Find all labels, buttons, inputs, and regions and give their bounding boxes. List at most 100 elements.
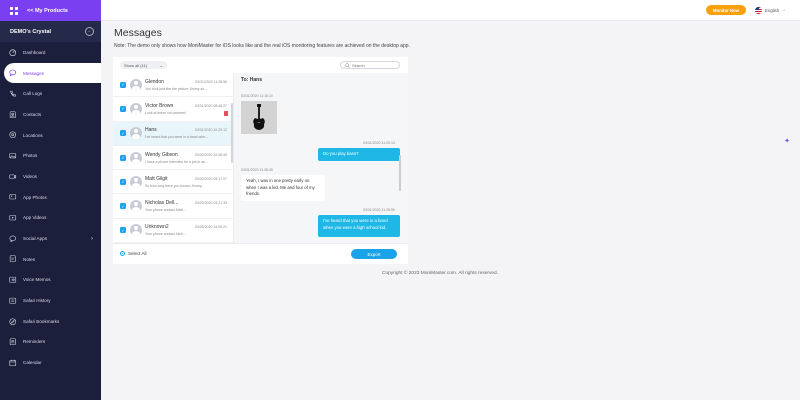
sidebar-item-label: Contacts (23, 111, 42, 117)
contact-preview: So how long have you known Jimmy... (145, 183, 205, 188)
contact-preview: I've heard that you were in a band whe..… (145, 135, 208, 140)
sidebar-item-app-videos[interactable]: App Videos (0, 208, 101, 229)
contacts-icon (9, 110, 17, 118)
message-timestamp: 03/31/2020 11:16:10 (241, 94, 273, 98)
sidebar-item-social-apps[interactable]: Social Apps › (0, 228, 101, 249)
checkbox[interactable]: ✓ (120, 81, 126, 88)
contact-time: 03/31/2020 10:29:12 (194, 128, 227, 133)
sidebar-item-safari-bookmarks[interactable]: Safari Bookmarks (0, 311, 101, 332)
message-timestamp: 03/31/2020 11:20:13 (363, 141, 395, 145)
apps-grid-icon (10, 6, 18, 15)
checkbox[interactable]: ✓ (120, 130, 126, 137)
message-photo[interactable] (241, 101, 277, 134)
sidebar-item-videos[interactable]: Videos (0, 166, 101, 187)
checkbox[interactable]: ✓ (120, 203, 126, 210)
list-item[interactable]: ✓ Hans 03/31/2020 10:29:12 I've heard that… (113, 121, 233, 146)
contact-time: 03/30/2020 12:48:49 (194, 152, 227, 157)
sidebar-item-label: Voice Memos (23, 277, 51, 283)
sidebar-item-label: Dashboard (23, 49, 46, 55)
contact-name: Nicholas Dell... (145, 200, 179, 207)
sidebar-item-label: Safari Bookmarks (23, 318, 60, 324)
sidebar-item-locations[interactable]: Locations (0, 125, 101, 146)
checkbox[interactable]: ✓ (120, 154, 126, 161)
checkbox[interactable]: ✓ (120, 105, 126, 112)
avatar (130, 151, 142, 164)
social-icon (9, 235, 17, 243)
contact-name: Glendon (145, 78, 164, 85)
bookmark-icon (9, 317, 17, 325)
sidebar-item-label: App Photos (23, 194, 47, 200)
sidebar-item-label: Locations (23, 132, 43, 138)
list-item[interactable]: ✓ Unknown2 03/28/2020 14:09:21 Your phone … (113, 219, 233, 243)
contact-preview: Your phone contact Matt... (145, 208, 186, 213)
my-products-label: << My Products (27, 7, 68, 14)
sidebar-item-safari-history[interactable]: Safari History (0, 290, 101, 311)
list-item[interactable]: ✓ Wendy Gibson 03/30/2020 12:48:49 I have … (113, 146, 233, 171)
sidebar-item-label: Safari History (23, 298, 51, 304)
contact-name: Unknown2 (145, 224, 169, 231)
checkbox[interactable]: ✓ (120, 178, 126, 185)
sidebar-item-reminders[interactable]: Reminders (0, 332, 101, 353)
guitar-image-icon (253, 103, 265, 130)
select-all-toggle[interactable]: Select All (120, 251, 147, 256)
chevron-up-icon[interactable]: ^ (85, 27, 94, 36)
sidebar-item-dashboard[interactable]: Dashboard (0, 42, 101, 63)
app-video-icon (9, 214, 17, 222)
sidebar-item-notes[interactable]: Notes (0, 249, 101, 270)
language-label: English (765, 7, 780, 13)
chat-recipient: To: Hans (241, 77, 263, 83)
sidebar-item-contacts[interactable]: Contacts (0, 104, 101, 125)
sidebar-item-label: Notes (23, 256, 36, 262)
search-input[interactable] (352, 62, 396, 68)
show-all-dropdown[interactable]: Show all (11) ⌄ (120, 61, 167, 69)
sidebar-item-label: Messages (23, 70, 44, 76)
avatar (130, 224, 142, 237)
page-title: Messages (114, 27, 162, 39)
list-item[interactable]: ✓ Victor Brown 03/31/2020 08:46:27 Look at… (113, 97, 233, 122)
contact-name: Matt Gilgit (145, 175, 168, 182)
contact-preview: Your phone contact Nich... (145, 232, 186, 237)
list-item[interactable]: ✓ Matt Gilgit 03/30/2020 09:17:07 So how l… (113, 170, 233, 195)
contact-time: 03/28/2020 14:09:21 (194, 225, 227, 230)
dashboard-icon (9, 48, 17, 56)
chevron-down-icon: ⌄ (782, 7, 786, 12)
checkbox[interactable]: ✓ (120, 227, 126, 234)
sidebar-item-label: Reminders (23, 339, 46, 345)
list-header: Show all (11) ⌄ (113, 57, 234, 73)
sidebar-item-label: App Videos (23, 215, 47, 221)
my-products-link[interactable]: << My Products (0, 0, 101, 21)
app-photo-icon (9, 193, 17, 201)
message-bubble-outgoing: Do you play bass? (318, 148, 400, 161)
chat-view: To: Hans 03/31/2020 11:16:10 03/31/2020 … (234, 73, 408, 243)
us-flag-icon (755, 6, 762, 14)
device-selector[interactable]: DEMO's Crystal ^ (0, 21, 101, 42)
trash-icon[interactable] (224, 111, 228, 116)
chevron-right-icon: › (91, 235, 93, 242)
sidebar-item-label: Calendar (23, 360, 42, 366)
avatar (130, 127, 142, 140)
contact-name: Hans (145, 127, 157, 134)
export-button[interactable]: Export (351, 249, 397, 259)
contact-preview: Look at these old pictures! (145, 110, 186, 115)
message-bubble-incoming: Yeah, I was in one pretty early on when … (241, 175, 325, 201)
sidebar-item-calendar[interactable]: Calendar (0, 352, 101, 373)
sidebar-item-voice-memos[interactable]: Voice Memos (0, 270, 101, 291)
select-all-radio[interactable] (120, 251, 125, 256)
sparkle-icon[interactable]: ✦ (783, 137, 791, 145)
chat-scrollbar[interactable] (399, 155, 401, 191)
list-scrollbar[interactable] (231, 103, 233, 163)
monitor-now-button[interactable]: Monitor Now (706, 5, 746, 15)
contact-time: 03/30/2020 09:17:07 (194, 176, 227, 181)
sidebar-item-messages[interactable]: Messages (4, 62, 101, 84)
message-bubble-outgoing: I've heard that you were in a band when … (318, 215, 400, 237)
device-name: DEMO's Crystal (10, 28, 52, 35)
sidebar-item-app-photos[interactable]: App Photos (0, 187, 101, 208)
show-all-label: Show all (11) (124, 62, 148, 68)
list-item[interactable]: ✓ Glendon 03/31/2020 11:28:56 You took jus… (113, 73, 233, 98)
sidebar-item-photos[interactable]: Photos (0, 145, 101, 166)
language-selector[interactable]: English ⌄ (755, 5, 786, 15)
avatar (130, 175, 142, 188)
sidebar-item-call-logs[interactable]: Call Logs (0, 83, 101, 104)
search-box[interactable] (340, 61, 400, 69)
list-item[interactable]: ✓ Nicholas Dell... 03/29/2020 03:21:33 You… (113, 194, 233, 219)
